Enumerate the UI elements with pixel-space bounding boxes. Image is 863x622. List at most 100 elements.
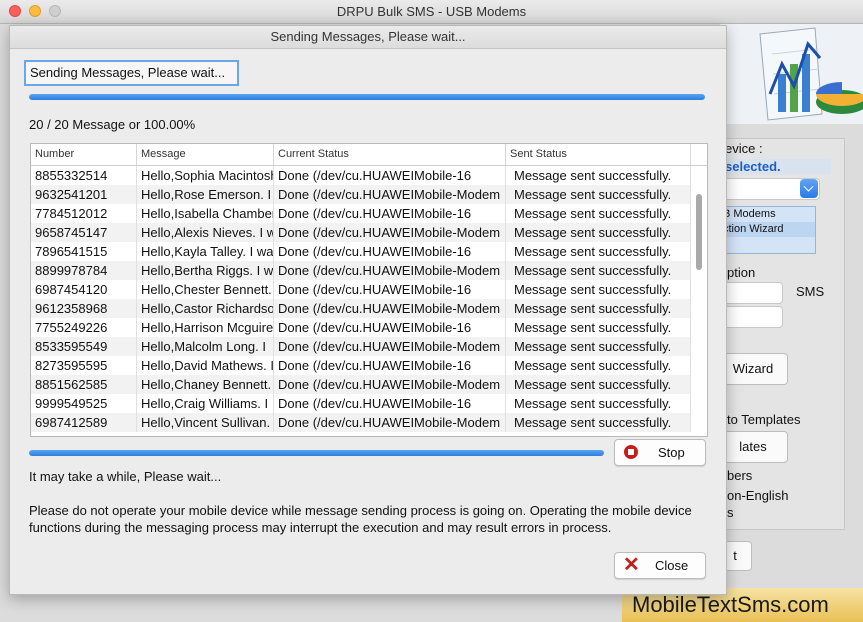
cell-number: 6987454120 xyxy=(31,280,137,299)
cell-sent-status: Message sent successfully. xyxy=(506,318,691,337)
cell-sent-status: Message sent successfully. xyxy=(506,356,691,375)
cell-current-status: Done (/dev/cu.HUAWEIMobile-16 xyxy=(274,280,506,299)
cell-number: 8533595549 xyxy=(31,337,137,356)
cell-sent-status: Message sent successfully. xyxy=(506,337,691,356)
modem-line-2: ction Wizard xyxy=(719,222,815,237)
table-row[interactable]: 9612358968 Hello,Castor Richardson. Done (… xyxy=(31,299,691,318)
stop-icon xyxy=(624,445,638,459)
table-row[interactable]: 7755249226 Hello,Harrison Mcguire. Done (/… xyxy=(31,318,691,337)
cell-message: Hello,Chester Bennett. xyxy=(137,280,274,299)
table-row[interactable]: 9658745147 Hello,Alexis Nieves. I w Done (… xyxy=(31,223,691,242)
stop-button[interactable]: Stop xyxy=(614,439,706,466)
operation-notice: Please do not operate your mobile device… xyxy=(29,503,692,535)
cell-current-status: Done (/dev/cu.HUAWEIMobile-Modem xyxy=(274,299,506,318)
cell-message: Hello,Malcolm Long. I xyxy=(137,337,274,356)
app-banner xyxy=(720,24,863,124)
table-row[interactable]: 7784512012Hello,Isabella Chamberlain.Don… xyxy=(31,204,691,223)
cell-current-status: Done (/dev/cu.HUAWEIMobile-Modem xyxy=(274,413,506,432)
wizard-button[interactable]: Wizard xyxy=(718,353,788,385)
table-row[interactable]: 8533595549 Hello,Malcolm Long. I Done (/de… xyxy=(31,337,691,356)
table-row[interactable]: 8273595595 Hello,David Mathews. I Done (/d… xyxy=(31,356,691,375)
close-button[interactable]: ✕ Close xyxy=(614,552,706,579)
table-row[interactable]: 8851562585 Hello,Chaney Bennett. Done (/de… xyxy=(31,375,691,394)
current-progress-fill xyxy=(29,450,604,456)
table-scrollbar[interactable] xyxy=(693,166,705,434)
cell-sent-status: Message sent successfully. xyxy=(506,394,691,413)
column-current-status[interactable]: Current Status xyxy=(274,144,506,165)
table-row[interactable]: 6987412589 Hello,Vincent Sullivan. Done (/… xyxy=(31,413,691,432)
column-message[interactable]: Message xyxy=(137,144,274,165)
sending-status-box: Sending Messages, Please wait... xyxy=(24,60,239,86)
option-label: ption xyxy=(727,265,756,280)
close-button-label: Close xyxy=(655,558,689,573)
scrollbar-thumb[interactable] xyxy=(696,194,702,270)
cell-current-status: Done (/dev/cu.HUAWEIMobile-16 xyxy=(274,356,506,375)
cell-sent-status: Message sent successfully. xyxy=(506,166,691,185)
templates-label: to Templates xyxy=(727,412,801,427)
numbers-label: bers xyxy=(727,468,753,483)
cell-number: 8851562585 xyxy=(31,375,137,394)
device-selected-link[interactable]: selected. xyxy=(725,159,831,174)
table-row[interactable]: 8855332514 Hello,Sophia Macintosh. Done (/… xyxy=(31,166,691,185)
cell-current-status: Done (/dev/cu.HUAWEIMobile-16 xyxy=(274,318,506,337)
cell-message: Hello,Kayla Talley. I wa xyxy=(137,242,274,261)
cell-current-status: Done (/dev/cu.HUAWEIMobile-Modem xyxy=(274,223,506,242)
column-number[interactable]: Number xyxy=(31,144,137,165)
cell-sent-status: Message sent successfully. xyxy=(506,204,691,223)
sending-dialog: Sending Messages, Please wait... Sending… xyxy=(9,25,727,595)
cell-current-status: Done (/dev/cu.HUAWEIMobile-16 xyxy=(274,394,506,413)
usb-modem-wizard-button[interactable]: B Modems ction Wizard xyxy=(718,206,816,254)
cell-number: 9999549525 xyxy=(31,394,137,413)
window-title: DRPU Bulk SMS - USB Modems xyxy=(336,4,527,19)
cell-message: Hello,Craig Williams. I xyxy=(137,394,274,413)
cell-current-status: Done (/dev/cu.HUAWEIMobile-16 xyxy=(274,204,506,223)
cell-sent-status: Message sent successfully. xyxy=(506,223,691,242)
cell-sent-status: Message sent successfully. xyxy=(506,280,691,299)
cell-current-status: Done (/dev/cu.HUAWEIMobile-16 xyxy=(274,242,506,261)
table-body: 8855332514 Hello,Sophia Macintosh. Done (/… xyxy=(31,166,691,436)
non-english-label: on-English xyxy=(727,488,789,503)
cell-message: Hello,Harrison Mcguire. xyxy=(137,318,274,337)
cell-message: Hello,Bertha Riggs. I w xyxy=(137,261,274,280)
cell-message: Hello,Castor Richardson. xyxy=(137,299,274,318)
close-window-icon[interactable] xyxy=(9,5,21,17)
zoom-window-icon xyxy=(49,5,61,17)
table-row[interactable]: 8899978784 Hello,Bertha Riggs. I w Done (/… xyxy=(31,261,691,280)
column-sent-status[interactable]: Sent Status xyxy=(506,144,691,165)
table-row[interactable]: 6987454120 Hello,Chester Bennett. Done (/d… xyxy=(31,280,691,299)
option-combo-2[interactable] xyxy=(718,306,783,328)
s-label: s xyxy=(727,505,734,520)
cell-message: Hello,Chaney Bennett. xyxy=(137,375,274,394)
table-row[interactable]: 7896541515 Hello,Kayla Talley. I wa Done (… xyxy=(31,242,691,261)
cell-number: 8855332514 xyxy=(31,166,137,185)
cell-sent-status: Message sent successfully. xyxy=(506,413,691,432)
cell-number: 7755249226 xyxy=(31,318,137,337)
table-header: Number Message Current Status Sent Statu… xyxy=(31,144,707,166)
minimize-window-icon[interactable] xyxy=(29,5,41,17)
close-icon: ✕ xyxy=(623,554,640,576)
table-row[interactable]: 9999549525 Hello,Craig Williams. I Done (/… xyxy=(31,394,691,413)
option-combo-1[interactable] xyxy=(718,282,783,304)
stop-button-label: Stop xyxy=(658,445,685,460)
overall-progress-bar xyxy=(29,94,705,100)
cell-number: 6987412589 xyxy=(31,413,137,432)
cell-message: Hello,Sophia Macintosh. xyxy=(137,166,274,185)
messages-table: Number Message Current Status Sent Statu… xyxy=(30,143,708,437)
templates-button[interactable]: lates xyxy=(718,431,788,463)
cell-number: 9658745147 xyxy=(31,223,137,242)
cell-sent-status: Message sent successfully. xyxy=(506,242,691,261)
cell-sent-status: Message sent successfully. xyxy=(506,261,691,280)
table-row[interactable]: 9632541201 Hello,Rose Emerson. I Done (/de… xyxy=(31,185,691,204)
cell-message: Hello,Alexis Nieves. I w xyxy=(137,223,274,242)
device-label: evice : xyxy=(725,141,763,156)
sms-label: SMS xyxy=(796,284,825,299)
cell-number: 9612358968 xyxy=(31,299,137,318)
cell-message: Hello,Vincent Sullivan. xyxy=(137,413,274,432)
cell-sent-status: Message sent successfully. xyxy=(506,299,691,318)
chevron-down-icon[interactable] xyxy=(800,179,818,198)
cell-number: 8273595595 xyxy=(31,356,137,375)
cell-message: Hello,David Mathews. I xyxy=(137,356,274,375)
cell-current-status: Done (/dev/cu.HUAWEIMobile-Modem xyxy=(274,375,506,394)
overall-progress-fill xyxy=(29,94,705,100)
cell-sent-status: Message sent successfully. xyxy=(506,185,691,204)
